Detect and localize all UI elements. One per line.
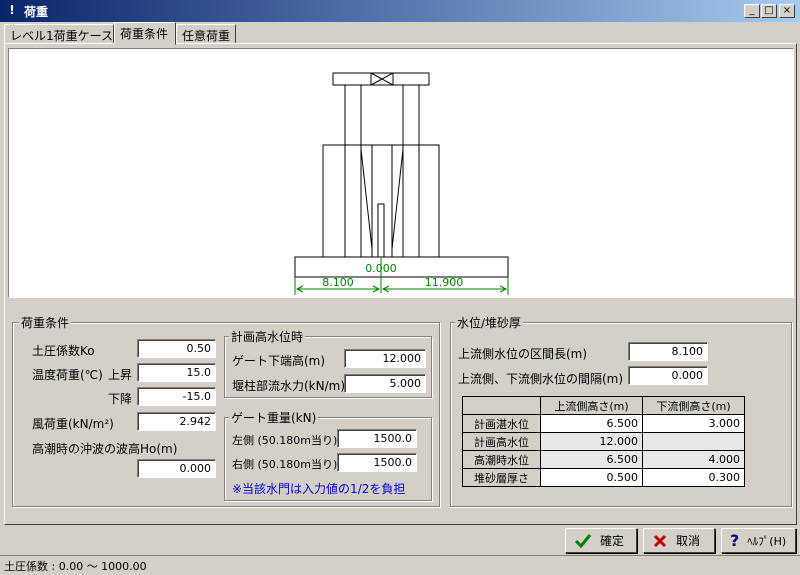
wave-height-input[interactable]: 0.000: [137, 459, 216, 478]
table-row: 計画高水位 12.000: [462, 432, 745, 451]
row-label: 堆砂層厚さ: [462, 468, 541, 487]
table-row: 高潮時水位 6.500 4.000: [462, 450, 745, 469]
downstream-cell[interactable]: 0.300: [642, 468, 745, 487]
wind-load-input[interactable]: 2.942: [137, 412, 216, 431]
fall-input[interactable]: -15.0: [137, 387, 216, 406]
downstream-cell: [642, 432, 745, 451]
right-gate-label: 右側 (50.180m当り): [232, 458, 338, 471]
row-label: 高潮時水位: [462, 450, 541, 469]
table-row: 計画湛水位 6.500 3.000: [462, 414, 745, 433]
upstream-length-label: 上流側水位の区間長(m): [458, 347, 588, 361]
gate-weight-title: ゲート重量(kN): [229, 409, 319, 426]
level-gap-input[interactable]: 0.000: [628, 366, 708, 385]
row-label: 計画高水位: [462, 432, 541, 451]
cancel-button-label: 取消: [676, 534, 701, 548]
pier-flow-label: 堰柱部流水力(kN/m): [232, 379, 346, 393]
table-row: 堆砂層厚さ 0.500 0.300: [462, 468, 745, 487]
maximize-button[interactable]: □: [761, 4, 777, 18]
ok-button-label: 確定: [600, 534, 625, 548]
rise-input[interactable]: 15.0: [137, 363, 216, 382]
level-gap-label: 上流側、下流側水位の間隔(m): [458, 372, 624, 386]
right-dimension: 11.900: [425, 276, 464, 289]
structure-drawing: 0.000 8.100 11.900: [8, 48, 794, 298]
wave-height-label: 高潮時の沖波の波高Ho(m): [32, 442, 178, 456]
table-header-row: 上流側高さ(m) 下流側高さ(m): [462, 396, 745, 415]
tab-arbitrary-load[interactable]: 任意荷重: [176, 24, 236, 44]
check-icon: [574, 533, 592, 548]
gate-bottom-input[interactable]: 12.000: [344, 349, 426, 368]
downstream-cell[interactable]: 3.000: [642, 414, 745, 433]
soil-coef-label: 土圧係数Ko: [32, 344, 95, 358]
upstream-cell[interactable]: 0.500: [540, 468, 643, 487]
minimize-button[interactable]: _: [744, 4, 760, 18]
gate-bottom-label: ゲート下端高(m): [232, 354, 326, 368]
left-gate-input[interactable]: 1500.0: [337, 429, 417, 448]
plan-high-water-title: 計画高水位時: [229, 328, 306, 345]
fall-label: 下降: [108, 392, 133, 406]
water-level-table: 上流側高さ(m) 下流側高さ(m) 計画湛水位 6.500 3.000 計画高水…: [462, 396, 745, 487]
cross-icon: [653, 534, 667, 547]
downstream-cell: 4.000: [642, 450, 745, 469]
tab-load-conditions[interactable]: 荷重条件: [114, 22, 176, 45]
row-label: 計画湛水位: [462, 414, 541, 433]
ok-button[interactable]: 確定: [565, 528, 637, 553]
water-level-title: 水位/堆砂厚: [455, 314, 524, 331]
window-title: 荷重: [24, 5, 49, 19]
left-dimension: 8.100: [322, 276, 354, 289]
upstream-cell: 12.000: [540, 432, 643, 451]
rise-label: 上昇: [108, 368, 133, 382]
right-gate-input[interactable]: 1500.0: [337, 453, 417, 472]
upstream-cell[interactable]: 6.500: [540, 414, 643, 433]
table-header-corner: [462, 396, 541, 415]
status-bar: 土圧係数 : 0.00 〜 1000.00: [0, 555, 800, 575]
title-bar: ! 荷重 _ □ ×: [0, 0, 800, 22]
help-button[interactable]: ? ﾍﾙﾌﾟ(H): [721, 528, 796, 553]
left-gate-label: 左側 (50.180m当り): [232, 434, 338, 447]
load-conditions-title: 荷重条件: [19, 314, 72, 331]
center-dimension: 0.000: [365, 262, 397, 275]
help-button-label: ﾍﾙﾌﾟ(H): [747, 534, 787, 548]
tab-level1-load-case[interactable]: レベル1荷重ケース: [4, 24, 114, 44]
soil-coef-input[interactable]: 0.50: [137, 339, 216, 358]
question-icon: ?: [730, 531, 740, 550]
cancel-button[interactable]: 取消: [643, 528, 715, 553]
close-button[interactable]: ×: [779, 4, 795, 18]
table-header-downstream: 下流側高さ(m): [642, 396, 745, 415]
structure-svg: 0.000 8.100 11.900: [294, 72, 509, 295]
upstream-length-input[interactable]: 8.100: [628, 342, 708, 361]
pier-flow-input[interactable]: 5.000: [344, 374, 426, 393]
app-icon: !: [9, 3, 15, 17]
temp-load-label: 温度荷重(℃): [32, 368, 103, 382]
upstream-cell: 6.500: [540, 450, 643, 469]
table-header-upstream: 上流側高さ(m): [540, 396, 643, 415]
half-load-note: ※当該水門は入力値の1/2を負担: [232, 482, 406, 496]
wind-load-label: 風荷重(kN/m²): [32, 417, 114, 431]
